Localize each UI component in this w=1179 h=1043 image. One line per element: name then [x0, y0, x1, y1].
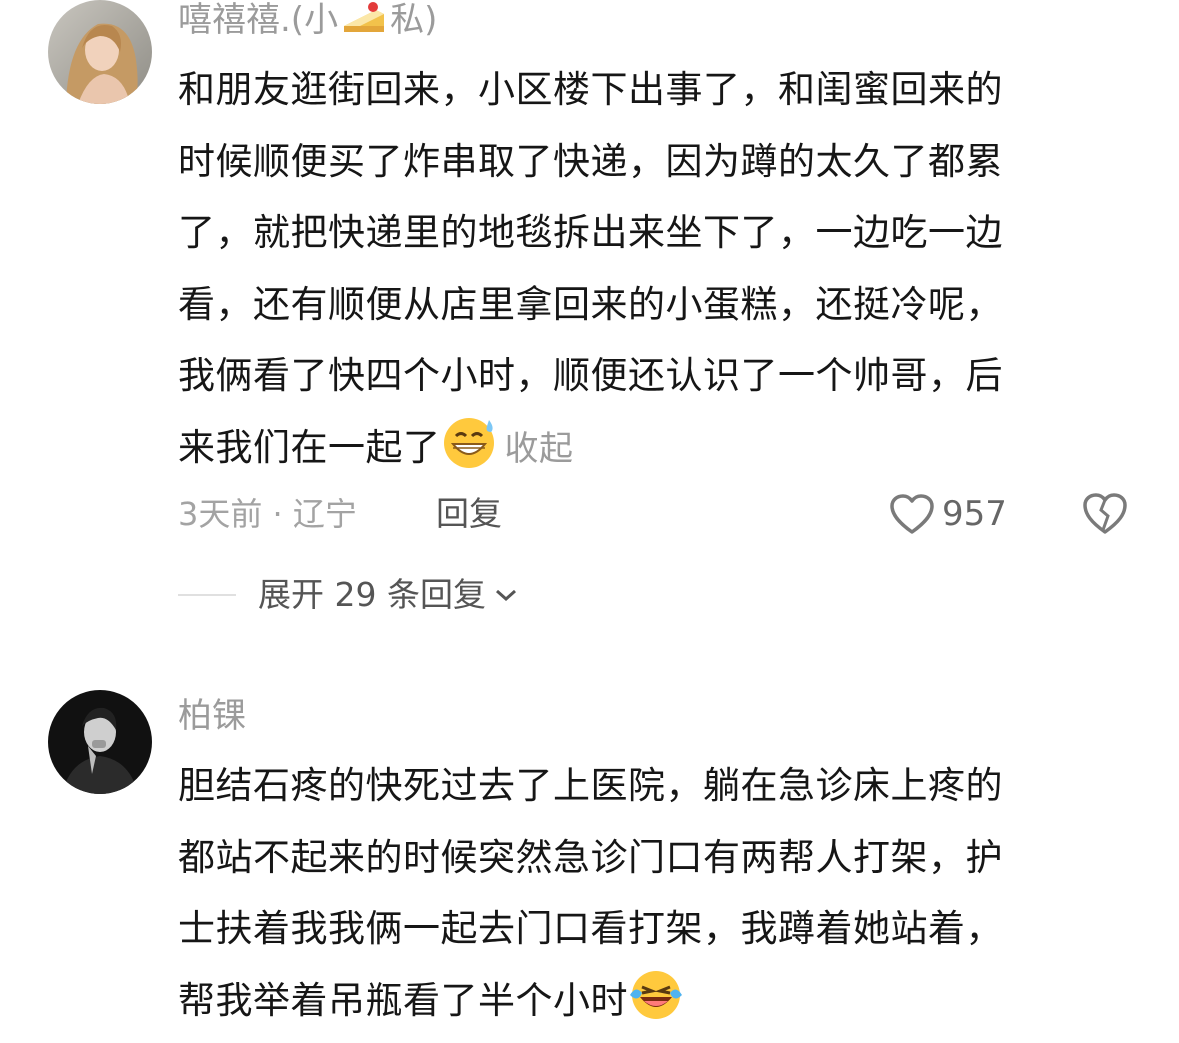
comment-line: 士扶着我我俩一起去门口看打架，我蹲着她站着，: [178, 907, 1003, 950]
username[interactable]: 嘻禧禧.(小 私): [178, 0, 437, 40]
reply-button[interactable]: 回复: [436, 494, 502, 534]
broken-heart-icon[interactable]: [1080, 490, 1130, 536]
comment-body: 和朋友逛街回来，小区楼下出事了，和闺蜜回来的 时候顺便买了炸串取了快递，因为蹲的…: [178, 54, 1138, 485]
comment-line: 我俩看了快四个小时，顺便还认识了一个帅哥，后: [178, 354, 1003, 397]
comment-line: 看，还有顺便从店里拿回来的小蛋糕，还挺冷呢，: [178, 282, 1003, 326]
comment-line: 都站不起来的时候突然急诊门口有两帮人打架，护: [178, 835, 1003, 879]
comment-line: 时候顺便买了炸串取了快递，因为蹲的太久了都累: [178, 139, 1003, 183]
comment-line: 了，就把快递里的地毯拆出来坐下了，一边吃一边: [178, 211, 1003, 254]
grinning-sweat-emoji: [443, 417, 494, 468]
collapse-link[interactable]: 收起: [505, 429, 574, 469]
divider: [178, 594, 236, 596]
username[interactable]: 柏锞: [178, 696, 246, 736]
comment-line-last: 帮我举着吊瓶看了半个小时: [178, 965, 1138, 1037]
expand-replies-button[interactable]: 展开 29 条回复: [258, 574, 518, 616]
comment-line: 来我们在一起了: [178, 425, 441, 469]
time-location: 3天前 · 辽宁: [178, 495, 357, 533]
like-button[interactable]: 957: [888, 490, 1007, 538]
heart-icon: [890, 494, 934, 534]
expand-replies-label: 展开 29 条回复: [258, 575, 486, 614]
comment-line: 胆结石疼的快死过去了上医院，躺在急诊床上疼的: [178, 764, 1003, 807]
comment-line-last: 来我们在一起了 收起: [178, 412, 1138, 486]
like-count: 957: [942, 494, 1007, 534]
username-text: 嘻禧禧.(小: [178, 0, 339, 40]
comment-line: 和朋友逛街回来，小区楼下出事了，和闺蜜回来的: [178, 68, 1003, 111]
username-suffix: 私): [390, 0, 438, 40]
comment-body: 胆结石疼的快死过去了上医院，躺在急诊床上疼的 都站不起来的时候突然急诊门口有两帮…: [178, 750, 1138, 1036]
chevron-down-icon: [495, 589, 516, 602]
laughing-tears-emoji: [630, 970, 682, 1019]
comment-line: 帮我举着吊瓶看了半个小时: [178, 978, 628, 1022]
cake-icon: [344, 2, 385, 32]
avatar[interactable]: [48, 690, 152, 794]
avatar[interactable]: [48, 0, 152, 104]
